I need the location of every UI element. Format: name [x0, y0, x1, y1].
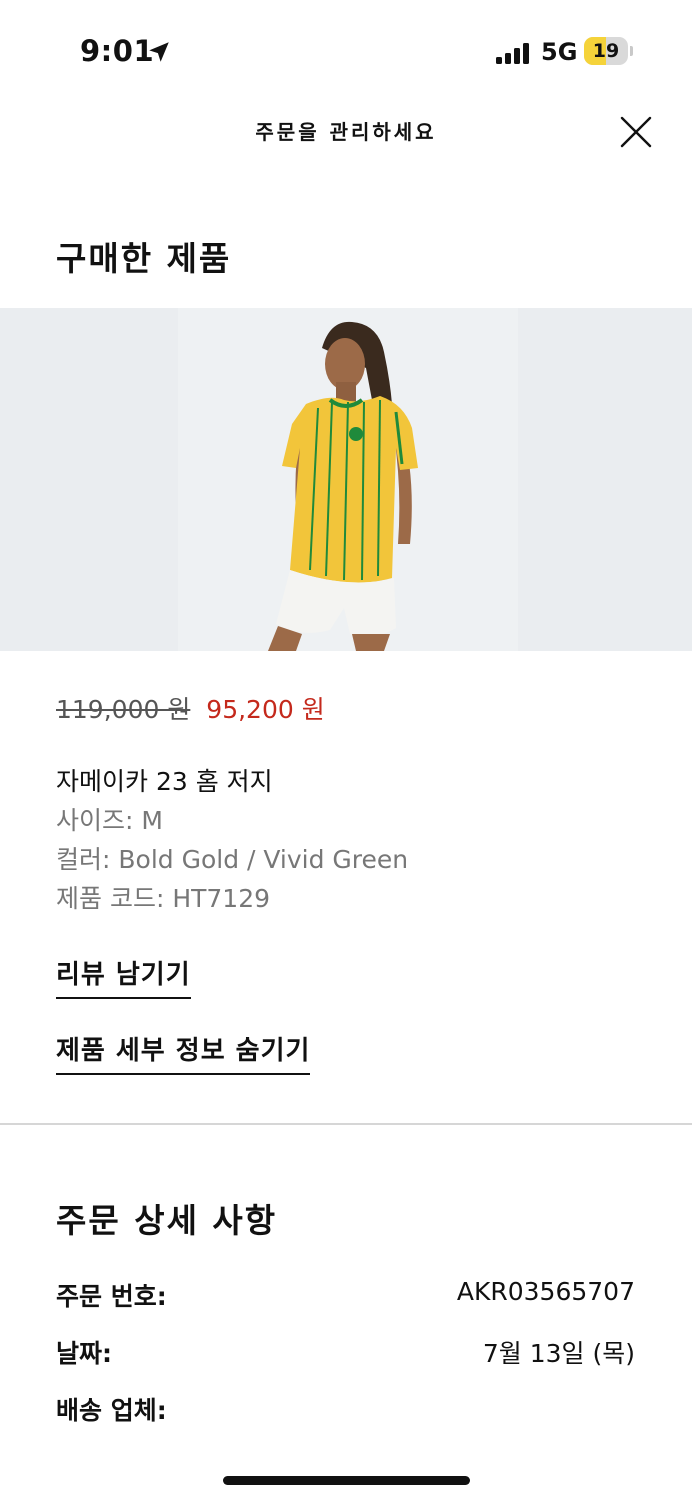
close-icon[interactable] — [618, 114, 654, 150]
order-date-value: 7월 13일 (목) — [482, 1339, 635, 1368]
home-indicator[interactable] — [223, 1476, 470, 1485]
order-number-value: AKR03565707 — [456, 1277, 635, 1306]
order-date-label: 날짜: — [56, 1339, 112, 1368]
sale-price: 95,200 원 — [206, 695, 325, 724]
product-code: 제품 코드: HT7129 — [56, 884, 271, 913]
cellular-signal-icon — [496, 42, 532, 64]
hide-product-details-link[interactable]: 제품 세부 정보 숨기기 — [56, 1030, 311, 1075]
carrier-label: 배송 업체: — [56, 1396, 167, 1425]
order-details-title: 주문 상세 사항 — [56, 1201, 278, 1240]
price-row: 119,000 원 95,200 원 — [56, 690, 325, 726]
carrier-row: 배송 업체: — [56, 1391, 635, 1427]
battery-level: 19 — [592, 40, 620, 62]
purchased-section-title: 구매한 제품 — [56, 239, 232, 278]
original-price: 119,000 원 — [56, 695, 191, 724]
order-number-row: 주문 번호: AKR03565707 — [56, 1277, 635, 1313]
order-number-label: 주문 번호: — [56, 1282, 167, 1311]
status-time: 9:01 — [80, 34, 155, 68]
product-color: 컬러: Bold Gold / Vivid Green — [56, 845, 409, 874]
leave-review-link[interactable]: 리뷰 남기기 — [56, 954, 191, 999]
product-size: 사이즈: M — [56, 806, 163, 835]
section-divider — [0, 1123, 692, 1125]
network-type: 5G — [541, 38, 578, 66]
product-image — [0, 308, 692, 651]
status-bar: 9:01 5G 19 — [0, 0, 692, 100]
page-title: 주문을 관리하세요 — [255, 120, 437, 144]
jersey-model-illustration — [268, 321, 418, 651]
location-arrow-icon — [149, 42, 169, 62]
order-date-row: 날짜: 7월 13일 (목) — [56, 1334, 635, 1370]
battery-icon: 19 — [584, 37, 634, 65]
product-details: 자메이카 23 홈 저지 사이즈: M 컬러: Bold Gold / Vivi… — [56, 762, 408, 918]
product-name: 자메이카 23 홈 저지 — [56, 767, 273, 796]
